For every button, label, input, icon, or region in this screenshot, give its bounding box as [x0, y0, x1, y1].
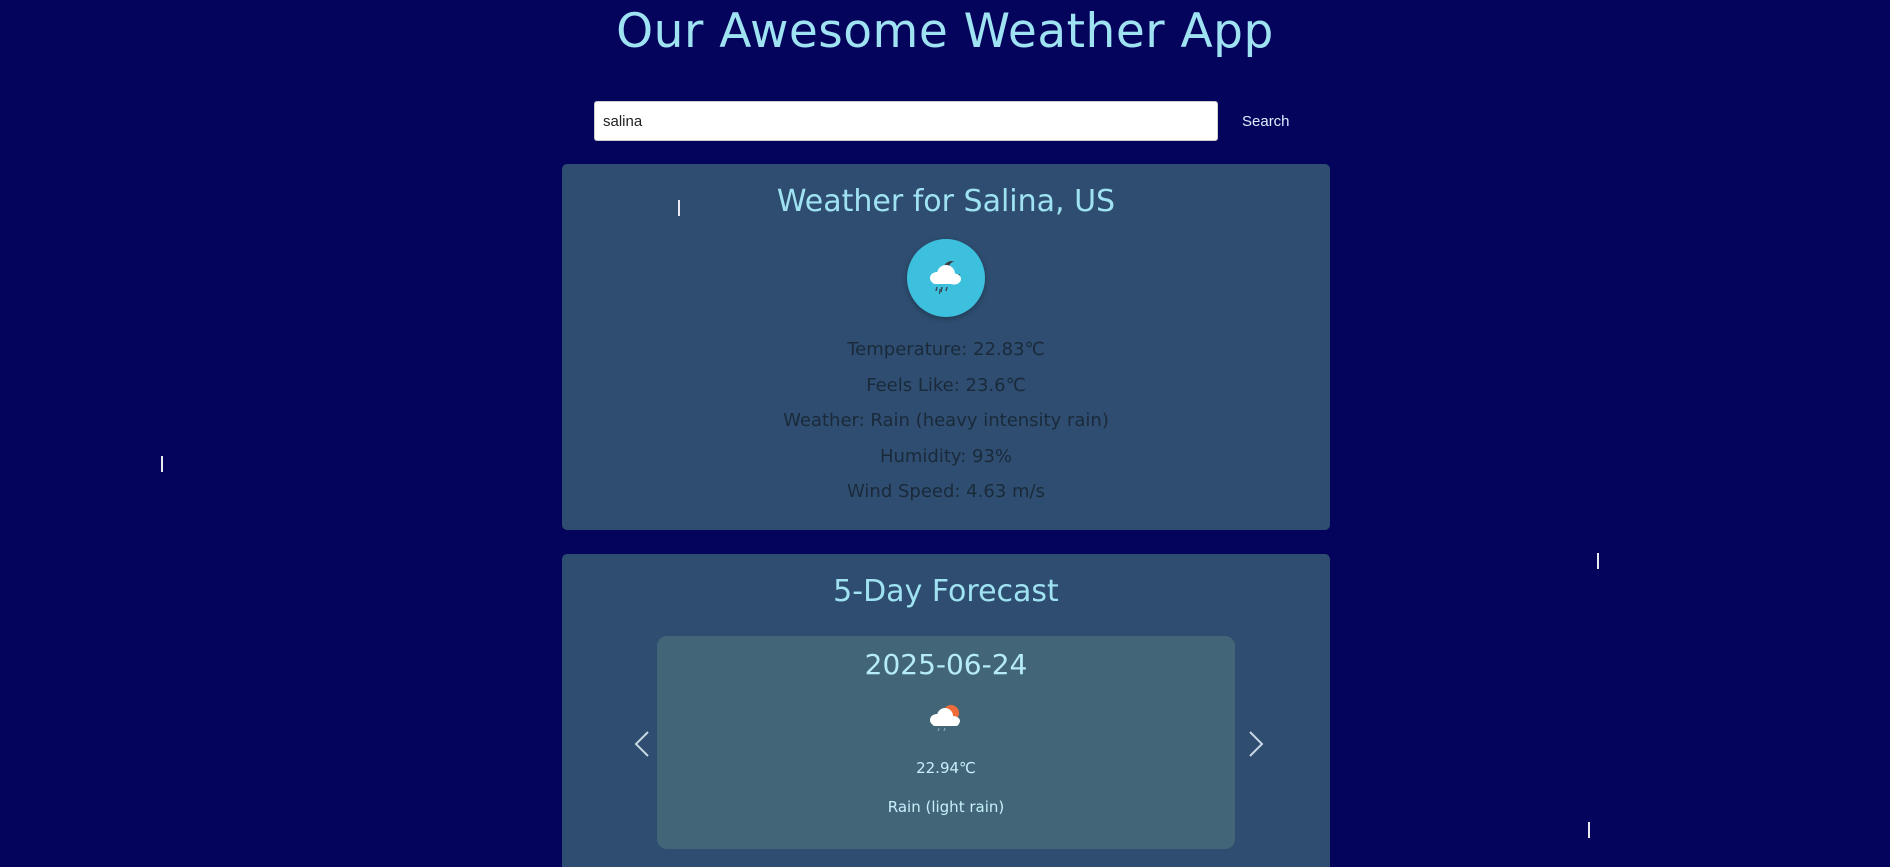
chevron-right-icon[interactable] — [1244, 726, 1268, 762]
rain-cloud-sun-icon — [930, 705, 960, 732]
forecast-day-description: Rain (light rain) — [887, 798, 1005, 816]
forecast-day-item: 2025-06-24 22.94℃ Rain (light rain) — [657, 636, 1235, 849]
rain-cloud-night-icon — [930, 261, 963, 295]
forecast-card: 5-Day Forecast 2025-06-24 22.94℃ Rain (l… — [562, 554, 1330, 867]
humidity-text: Humidity: 93% — [879, 445, 1013, 467]
search-bar: Search — [594, 101, 1302, 141]
app-title: Our Awesome Weather App — [616, 4, 1274, 59]
current-weather-card: Weather for Salina, US Temperature: 22.8… — [562, 164, 1330, 530]
current-weather-icon-container — [907, 239, 985, 317]
decorative-mark — [678, 200, 680, 216]
page: Our Awesome Weather App Search Weather f… — [0, 0, 1890, 867]
decorative-mark — [1588, 822, 1590, 838]
current-weather-details: Temperature: 22.83℃ Feels Like: 23.6℃ We… — [562, 332, 1330, 510]
forecast-heading: 5-Day Forecast — [833, 574, 1059, 609]
forecast-day-temp: 22.94℃ — [916, 759, 976, 777]
search-button[interactable]: Search — [1230, 105, 1302, 138]
decorative-mark — [1597, 553, 1599, 569]
search-input[interactable] — [594, 101, 1218, 141]
chevron-left-icon[interactable] — [630, 726, 654, 762]
wind-speed-text: Wind Speed: 4.63 m/s — [847, 481, 1045, 502]
decorative-mark — [161, 456, 163, 472]
temperature-text: Temperature: 22.83℃ — [847, 339, 1045, 360]
forecast-day-date: 2025-06-24 — [864, 648, 1028, 681]
feels-like-text: Feels Like: 23.6℃ — [866, 374, 1026, 396]
weather-description-text: Weather: Rain (heavy intensity rain) — [783, 410, 1109, 431]
